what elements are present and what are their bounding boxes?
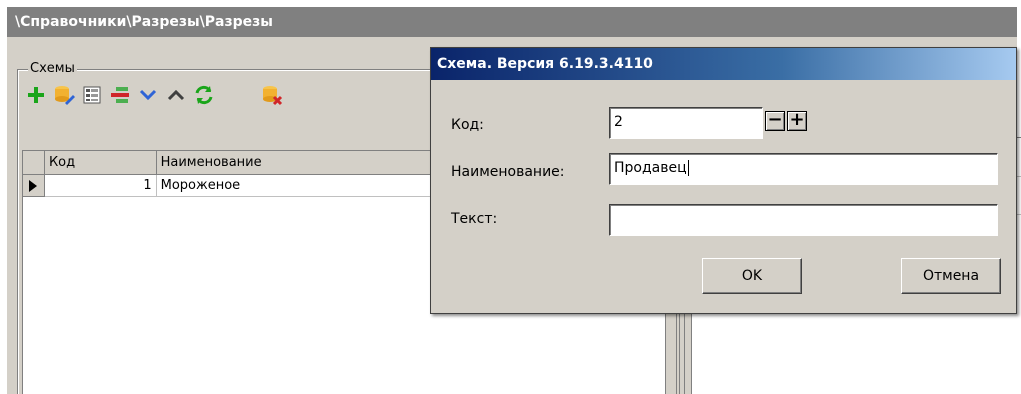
add-button[interactable] [22,82,50,108]
code-field[interactable]: 2 [609,107,763,139]
schemes-toolbar [22,80,286,110]
increment-button[interactable]: + [787,111,807,131]
list-view-icon [83,86,101,104]
decrement-button[interactable]: − [765,111,785,131]
move-up-button[interactable] [162,82,190,108]
dialog-title: Схема. Версия 6.19.3.4110 [431,48,1016,80]
code-label: Код: [451,117,484,133]
header-indicator-cell [23,151,45,175]
name-value: Продавец [614,160,687,176]
current-row-arrow-icon [29,180,37,192]
name-field[interactable]: Продавец [609,153,998,185]
chevron-down-icon [139,89,157,101]
name-label: Наименование: [451,164,565,180]
text-label: Текст: [451,211,498,227]
refresh-icon [195,85,213,105]
remove-row-icon [111,87,129,103]
database-edit-icon [55,86,75,105]
scheme-dialog: Схема. Версия 6.19.3.4110 Код: 2 − + Наи… [430,47,1017,314]
move-down-button[interactable] [134,82,162,108]
text-caret [687,160,689,176]
column-header-code[interactable]: Код [44,151,157,175]
edit-button[interactable] [50,82,78,108]
code-stepper: − + [765,111,807,131]
chevron-up-icon [167,89,185,101]
database-delete-icon [263,86,283,106]
window-title: \Справочники\Разрезы\Разрезы [7,7,1017,37]
code-value: 2 [614,114,623,130]
row-indicator [23,175,45,197]
panel-splitter[interactable] [679,307,685,394]
add-icon [28,87,44,103]
view-button[interactable] [78,82,106,108]
ok-button[interactable]: OK [702,258,802,294]
cancel-button[interactable]: Отмена [901,258,1001,294]
text-field[interactable] [609,204,998,236]
schemes-legend: Схемы [28,61,77,77]
database-delete-button[interactable] [258,82,286,108]
delete-row-button[interactable] [106,82,134,108]
cell-code[interactable]: 1 [44,175,157,197]
refresh-button[interactable] [190,82,218,108]
